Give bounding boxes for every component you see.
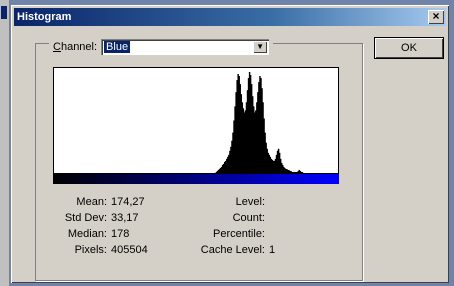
stat-mean: Mean: 174,27	[76, 196, 145, 208]
stat-cache-level: Cache Level: 1	[200, 244, 276, 256]
window-title: Histogram	[17, 11, 72, 23]
stat-percentile: Percentile:	[213, 228, 265, 240]
stat-level: Level:	[235, 196, 265, 208]
stat-median: Median: 178	[67, 228, 130, 240]
channel-select[interactable]: Blue ▼	[101, 39, 270, 55]
channel-select-value: Blue	[104, 41, 131, 53]
channel-row: Channel: Blue ▼	[49, 38, 274, 56]
stat-count: Count:	[232, 212, 265, 224]
title-bar[interactable]: Histogram ×	[14, 8, 446, 26]
background-window-edge	[0, 0, 10, 286]
stats-left: Mean: 174,27 Std Dev: 33,17 Median: 178 Pix…	[51, 194, 148, 258]
channel-gradient-bar	[53, 174, 339, 184]
channel-label: Channel:	[53, 41, 98, 53]
background-window-button	[1, 6, 7, 19]
histogram-dialog: Histogram × Channel: Blue ▼ OK Mean: 174,…	[11, 5, 449, 283]
stats-right: Level: Count: Percentile: Cache Level: 1	[181, 194, 275, 258]
histogram-bin	[301, 171, 304, 173]
histogram-plot[interactable]	[53, 67, 339, 174]
chevron-down-icon[interactable]: ▼	[253, 41, 268, 53]
ok-button[interactable]: OK	[375, 38, 443, 58]
stat-std-dev: Std Dev: 33,17	[64, 212, 139, 224]
histogram-bars	[215, 72, 304, 173]
stat-pixels: Pixels: 405504	[74, 244, 148, 256]
close-button[interactable]: ×	[428, 10, 444, 24]
